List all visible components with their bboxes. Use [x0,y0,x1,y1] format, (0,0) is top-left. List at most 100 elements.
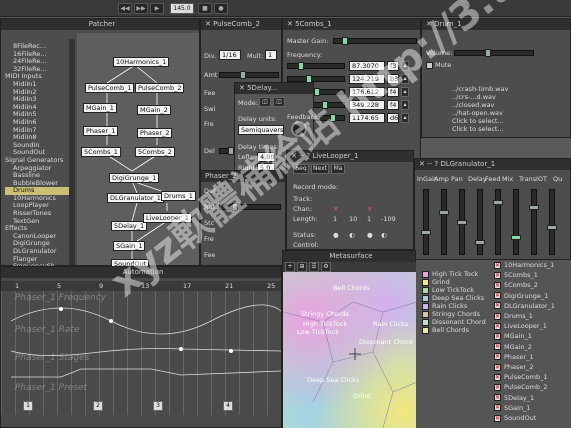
preset-marker-1[interactable]: 1 [23,401,33,411]
click-select-1[interactable]: Click to select... [452,117,508,125]
module-checkbox[interactable]: ✕ [494,281,501,289]
module-checkbox[interactable]: ✕ [494,302,501,310]
module-checkbox[interactable]: ✕ [494,383,501,391]
module-checkbox[interactable]: ✕ [494,343,501,351]
comb-increment-button[interactable]: ▴ [401,61,409,71]
mix-slider[interactable] [511,189,521,255]
automation-grid[interactable]: Phaser_1 Frequency Phaser_1 Rate Phaser_… [1,291,281,415]
module-checkbox[interactable]: ✕ [494,373,501,381]
comb-slider[interactable] [287,62,345,70]
module-list-item[interactable]: ✕ Drums_1 [494,311,555,321]
close-icon[interactable]: ✕ -- ? [291,152,312,160]
feed-slider[interactable] [493,189,503,255]
chan-x-1[interactable]: ✕ [333,205,338,213]
node-5combs-1[interactable]: 5Combs_1 [81,147,121,157]
preset-marker-3[interactable]: 3 [153,401,163,411]
close-icon[interactable]: ✕ [205,20,213,28]
node-mgain-1[interactable]: MGain_1 [83,103,117,113]
node-mgain-2[interactable]: MGain_2 [137,105,171,115]
preset-low-ticktock[interactable]: Low TickTock [297,328,339,336]
node-drums-1[interactable]: Drums_1 [161,191,196,201]
preset-marker-4[interactable]: 4 [223,401,233,411]
module-list-item[interactable]: ✕ Phaser_1 [494,352,555,362]
mute-checkbox[interactable]: Mute [426,61,451,69]
phaser-rate-slider[interactable] [219,203,281,211]
tab-next[interactable]: Next [311,164,329,174]
legend-item[interactable]: Deep Sea Clicks [422,294,486,302]
patch-canvas[interactable]: 10Harmonics_1 PulseComb_1 PulseComb_2 MG… [77,33,199,269]
node-phaser-1[interactable]: Phaser_1 [83,126,119,136]
module-list-item[interactable]: ✕ 5Delay_1 [494,393,555,403]
record-button[interactable]: ● [214,3,228,14]
comb-note-field[interactable]: f4 [387,87,399,97]
module-checkbox[interactable]: ✕ [494,332,501,340]
chan-x-2[interactable]: ✕ [367,205,372,213]
pan-slider[interactable] [457,189,467,255]
module-checkbox[interactable]: ✕ [494,261,501,269]
module-checkbox[interactable]: ✕ [494,363,501,371]
legend-item[interactable]: Bell Chords [422,326,486,334]
module-list-item[interactable]: ✕ DLGranulator_1 [494,301,555,311]
comb-increment-button[interactable]: ▴ [401,87,409,97]
rewind-button[interactable]: ◀◀ [118,3,132,14]
comb-frequency-field[interactable]: 349.228 [349,100,385,110]
node-5delay-1[interactable]: 5Delay_1 [111,221,148,231]
comb-increment-button[interactable]: ▴ [401,74,409,84]
comb-note-field[interactable]: f4 [387,100,399,110]
comb-increment-button[interactable]: ▴ [401,100,409,110]
node-digigrunge-1[interactable]: DigiGrunge_1 [109,173,160,183]
volume-slider[interactable] [454,49,534,57]
comb-frequency-field[interactable]: 87.3070 [349,61,385,71]
drum-file-3[interactable]: ../closed.wav [452,101,508,109]
comb-frequency-field[interactable]: 176.612 [349,87,385,97]
left-field[interactable]: 4.00 [257,152,275,162]
trans-slider[interactable] [529,189,539,255]
preset-high-ticktock[interactable]: High TickTock [303,320,347,328]
mult-field[interactable]: 1 [265,50,277,60]
module-list-item[interactable]: ✕ MGain_2 [494,342,555,352]
comb-frequency-field[interactable]: 1174.65 [349,113,385,123]
tree-scrollbar[interactable] [69,39,75,265]
amp-slider[interactable] [439,189,449,255]
list-icon[interactable]: ☰ [309,262,319,272]
preset-deep-sea-clicks[interactable]: Deep Sea Clicks [307,376,359,384]
node-10harmonics-1[interactable]: 10Harmonics_1 [113,57,170,67]
close-icon[interactable]: ✕ -- ? [419,160,440,168]
tab-seq[interactable]: Seq [293,164,309,174]
comb-note-field[interactable]: d6 [387,113,399,123]
legend-item[interactable]: High Tick Tock [422,270,486,278]
drum-file-4[interactable]: ../hat-open.wav [452,109,508,117]
module-list-item[interactable]: ✕ PulseComb_2 [494,382,555,392]
node-phaser-2[interactable]: Phaser_2 [137,128,173,138]
iot-slider[interactable] [547,189,557,255]
close-icon[interactable]: ✕ [287,20,295,28]
mode-left-button[interactable]: ◫ [259,97,271,107]
module-list-item[interactable]: ✕ Phaser_2 [494,362,555,372]
module-list-item[interactable]: ✕ 5Combs_1 [494,270,555,280]
grid-icon[interactable]: ⊞ [297,262,307,272]
comb-frequency-field[interactable]: 124.219 [349,74,385,84]
module-checkbox[interactable]: ✕ [494,312,501,320]
tempo-field[interactable]: 145.0 [170,3,194,14]
module-list-item[interactable]: ✕ SoundOut [494,413,555,423]
module-checkbox[interactable]: ✕ [494,322,501,330]
length-3[interactable]: 1 [367,215,371,223]
comb-note-field[interactable]: b3 [387,74,399,84]
node-5combs-2[interactable]: 5Combs_2 [135,147,175,157]
preset-bell-chords[interactable]: Bell Chords [333,284,370,292]
length-4[interactable]: -109 [381,215,396,223]
preset-marker-2[interactable]: 2 [93,401,103,411]
module-list-item[interactable]: ✕ SGain_1 [494,403,555,413]
preset-grind[interactable]: Grind [353,392,371,400]
preset-stringy-chords[interactable]: Stringy Chords [301,310,349,318]
legend-item[interactable]: Dissonant Chord [422,318,486,326]
metasurface-canvas[interactable]: Bell Chords Stringy Chords Low TickTock … [283,272,417,428]
div-select[interactable]: 1/16 [219,50,241,60]
preset-rain-clicks[interactable]: Rain Clicks [373,320,408,328]
legend-item[interactable]: Rain Clicks [422,302,486,310]
delay-slider[interactable] [475,189,485,255]
mode-right-button[interactable]: ◫ [273,97,285,107]
module-list-item[interactable]: ✕ LiveLooper_1 [494,321,555,331]
comb-note-field[interactable]: f3 [387,61,399,71]
amt-slider[interactable] [219,71,279,79]
